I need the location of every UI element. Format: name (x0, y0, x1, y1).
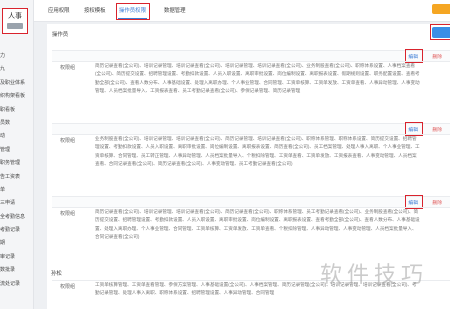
sidebar-item[interactable]: 考勤记录 (0, 224, 33, 237)
delete-button[interactable]: 删除 (432, 53, 442, 60)
tab-bar: 应用权限 按权模板 操作员权限 数据管理 (34, 0, 450, 22)
sidebar-item[interactable]: 告工资表 (0, 171, 33, 184)
group-name: 孙松 (51, 271, 62, 277)
sidebar: 人事 力 九 及职业体系 织构架看板 职看板 员数 动 管理 职务管理 告工资表… (0, 0, 34, 309)
sidebar-item[interactable]: 织构架看板 (0, 90, 33, 103)
highlight-frame (116, 3, 150, 20)
sidebar-item[interactable]: 全考勤信息 (0, 211, 33, 224)
sidebar-badge (7, 23, 23, 29)
permission-row: 权限组 业务制股查看(全公司)、培训记录管理、培训记录查看(全公司)、简历记录管… (52, 134, 450, 196)
page-title: 操作员 (52, 32, 69, 38)
sidebar-item[interactable]: 及职业体系 (0, 77, 33, 90)
row-label: 权限组 (60, 65, 76, 71)
sidebar-item[interactable]: 数批录 (0, 264, 33, 277)
highlight-frame (430, 24, 450, 40)
sidebar-item[interactable]: 力 (0, 50, 33, 63)
sidebar-item[interactable]: 九 (0, 63, 33, 76)
block-header: 编辑 删除 (52, 49, 450, 63)
sidebar-item[interactable]: 职看板 (0, 104, 33, 117)
sidebar-item[interactable]: 职务管理 (0, 157, 33, 170)
delete-button[interactable]: 删除 (432, 126, 442, 133)
sidebar-item-hr-active[interactable]: 人事 (2, 8, 28, 34)
sidebar-item[interactable]: 三申请 (0, 197, 33, 210)
permission-list: 简历记录查看(全公司)、培训记录管理、培训记录查看(全公司)、培训记录管理、培训… (95, 63, 420, 94)
delete-button[interactable]: 删除 (432, 199, 442, 206)
tab-permission-templates[interactable]: 按权模板 (84, 6, 106, 14)
sidebar-item[interactable]: 单 (0, 184, 33, 197)
sidebar-item[interactable]: 管理 (0, 144, 33, 157)
row-label: 权限组 (60, 211, 76, 217)
sidebar-item[interactable]: 流处记录 (0, 278, 33, 291)
sidebar-item[interactable]: 审记录 (0, 251, 33, 264)
tab-data-management[interactable]: 数据管理 (164, 6, 186, 14)
orange-action-button[interactable] (432, 4, 450, 14)
sidebar-menu: 力 九 及职业体系 织构架看板 职看板 员数 动 管理 职务管理 告工资表 单 … (0, 50, 33, 291)
row-label: 权限组 (60, 284, 76, 290)
permission-row: 权限组 简历记录查看(全公司)、培训记录管理、培训记录查看(全公司)、培训记录管… (52, 61, 450, 123)
permission-list: 业务制股查看(全公司)、培训记录管理、培训记录查看(全公司)、简历记录管理、培训… (95, 136, 420, 167)
sidebar-item[interactable]: 期 (0, 237, 33, 250)
sidebar-item-label: 人事 (8, 13, 22, 20)
watermark: 软件技巧 (320, 263, 429, 288)
permission-list: 简历记录查看(全公司)、培训记录管理、培训记录查看(全公司)、简历记录查看(全公… (95, 209, 420, 240)
block-header: 编辑 删除 (52, 195, 450, 209)
sidebar-item[interactable]: 员数 (0, 117, 33, 130)
block-header: 编辑 删除 (52, 122, 450, 136)
tab-app-permissions[interactable]: 应用权限 (48, 6, 70, 14)
row-label: 权限组 (60, 138, 76, 144)
sidebar-item[interactable]: 动 (0, 130, 33, 143)
